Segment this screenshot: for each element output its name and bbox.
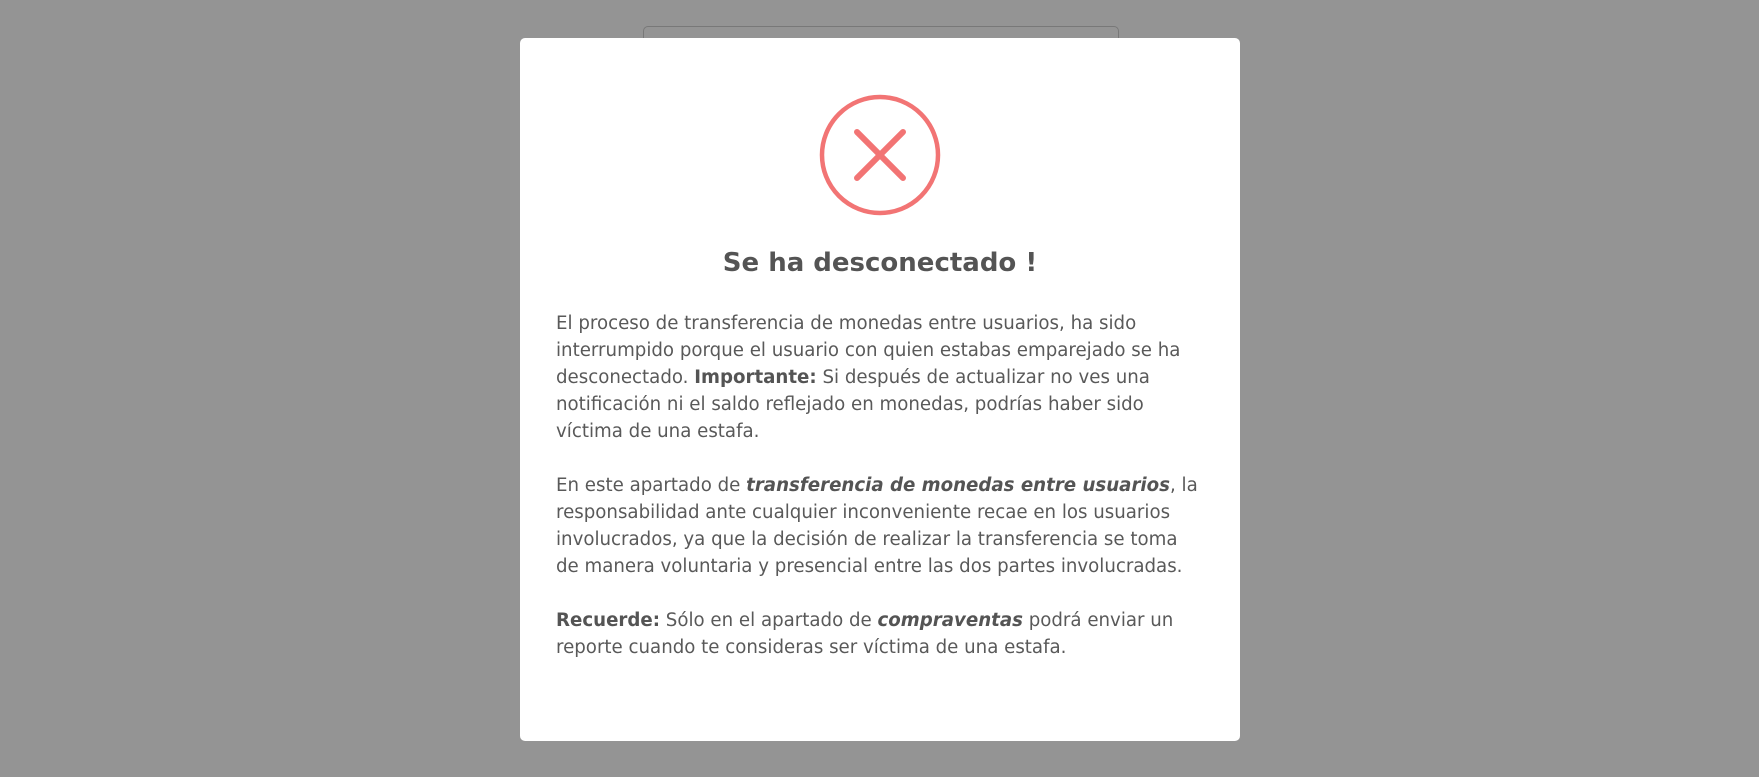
alert-dialog: Se ha desconectado ! El proceso de trans… xyxy=(520,38,1240,741)
dialog-title: Se ha desconectado ! xyxy=(722,248,1038,278)
section-name-emphasis: compraventas xyxy=(877,610,1023,631)
dialog-content: El proceso de transferencia de monedas e… xyxy=(556,310,1204,688)
section-name-emphasis: transferencia de monedas entre usuarios xyxy=(746,475,1170,496)
reminder-paragraph: Recuerde: Sólo en el apartado de comprav… xyxy=(556,607,1204,661)
paragraph-text: En este apartado de xyxy=(556,475,747,496)
reminder-label: Recuerde: xyxy=(556,610,661,631)
responsibility-paragraph: En este apartado de transferencia de mon… xyxy=(556,472,1204,580)
error-x-icon xyxy=(818,93,942,217)
paragraph-text: Sólo en el apartado de xyxy=(660,610,878,631)
important-label: Importante: xyxy=(694,367,817,388)
disconnect-paragraph: El proceso de transferencia de monedas e… xyxy=(556,310,1204,445)
